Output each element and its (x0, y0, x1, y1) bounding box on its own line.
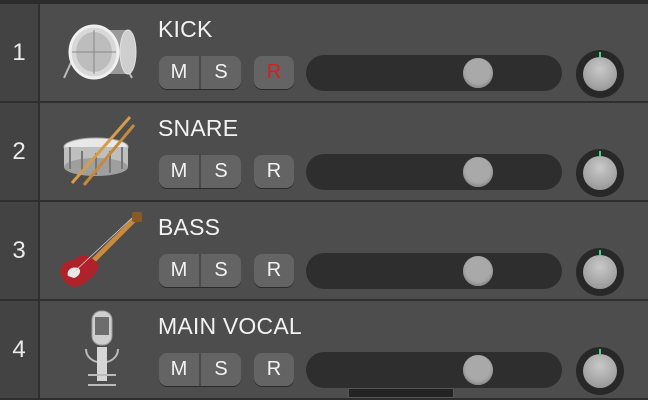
pan-indicator (599, 52, 601, 57)
solo-button[interactable]: S (199, 56, 241, 89)
mute-button[interactable]: M (159, 353, 199, 386)
solo-button[interactable]: S (199, 155, 241, 188)
volume-slider-thumb[interactable] (463, 58, 493, 88)
kick-drum-icon (52, 12, 144, 92)
record-enable-button[interactable]: R (254, 155, 294, 188)
mute-solo-group: M S (159, 155, 241, 188)
track-list: 1 KICK M S R 2 SNARE M S R 3 BASS M S R … (0, 4, 648, 400)
pan-knob[interactable] (576, 248, 624, 296)
volume-slider[interactable] (306, 55, 562, 91)
track-name[interactable]: SNARE (158, 115, 238, 142)
volume-slider[interactable] (306, 253, 562, 289)
mute-solo-group: M S (159, 353, 241, 386)
record-enable-button[interactable]: R (254, 56, 294, 89)
snare-drum-icon (52, 111, 144, 191)
volume-slider-thumb[interactable] (463, 256, 493, 286)
pan-knob-cap (583, 57, 617, 91)
mute-solo-group: M S (159, 254, 241, 287)
pan-indicator (599, 250, 601, 255)
mute-solo-group: M S (159, 56, 241, 89)
track-number: 2 (0, 103, 40, 200)
pan-knob[interactable] (576, 347, 624, 395)
track-number: 3 (0, 202, 40, 299)
mute-button[interactable]: M (159, 155, 199, 188)
volume-slider[interactable] (306, 352, 562, 388)
mute-button[interactable]: M (159, 254, 199, 287)
volume-slider-thumb[interactable] (463, 355, 493, 385)
track-row[interactable]: 3 BASS M S R (0, 202, 648, 301)
track-number: 4 (0, 301, 40, 398)
pan-knob[interactable] (576, 149, 624, 197)
track-row[interactable]: 1 KICK M S R (0, 4, 648, 103)
microphone-icon (52, 309, 144, 389)
record-enable-button[interactable]: R (254, 353, 294, 386)
pan-knob-cap (583, 255, 617, 289)
pan-knob-cap (583, 156, 617, 190)
track-name[interactable]: BASS (158, 214, 220, 241)
bass-guitar-icon (52, 210, 144, 290)
volume-slider-thumb[interactable] (463, 157, 493, 187)
pan-knob[interactable] (576, 50, 624, 98)
pan-knob-cap (583, 354, 617, 388)
scroll-handle[interactable] (348, 388, 454, 398)
solo-button[interactable]: S (199, 353, 241, 386)
track-number: 1 (0, 4, 40, 101)
solo-button[interactable]: S (199, 254, 241, 287)
track-name[interactable]: MAIN VOCAL (158, 313, 302, 340)
volume-slider[interactable] (306, 154, 562, 190)
mute-button[interactable]: M (159, 56, 199, 89)
record-enable-button[interactable]: R (254, 254, 294, 287)
pan-indicator (599, 349, 601, 354)
track-row[interactable]: 2 SNARE M S R (0, 103, 648, 202)
track-name[interactable]: KICK (158, 16, 212, 43)
pan-indicator (599, 151, 601, 156)
track-row[interactable]: 4 MAIN VOCAL M S R (0, 301, 648, 400)
